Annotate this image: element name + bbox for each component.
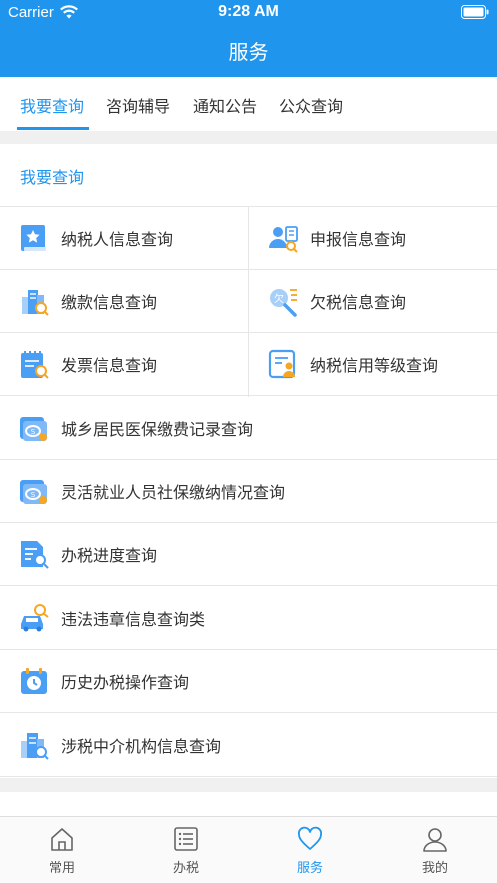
- grid-item-taxpayer-info[interactable]: 纳税人信息查询: [0, 207, 248, 270]
- declaration-info-icon: [269, 226, 298, 253]
- history-icon: [21, 668, 47, 694]
- list-item-agency[interactable]: 涉税中介机构信息查询: [0, 714, 497, 777]
- tab-my-query[interactable]: 我要查询: [20, 93, 84, 117]
- list-item-label: 办税进度查询: [61, 546, 158, 565]
- tab-public-query[interactable]: 公众查询: [279, 93, 343, 117]
- list-item-history[interactable]: 历史办税操作查询: [0, 650, 497, 713]
- list-item-social-insurance[interactable]: S 灵活就业人员社保缴纳情况查询: [0, 460, 497, 523]
- grid-item-declaration-info[interactable]: 申报信息查询: [249, 207, 497, 270]
- list-item-medical-insurance[interactable]: S 城乡居民医保缴费记录查询: [0, 397, 497, 460]
- user-icon: [423, 828, 447, 852]
- tabbar-label: 我的: [421, 861, 448, 876]
- tabbar-item-common[interactable]: 常用: [0, 817, 124, 883]
- invoice-info-icon: [21, 351, 49, 379]
- battery-icon: [461, 5, 489, 19]
- list-item-label: 城乡居民医保缴费记录查询: [61, 420, 254, 439]
- tabbar-label: 服务: [296, 861, 323, 876]
- tab-consulting[interactable]: 咨询辅导: [106, 93, 170, 117]
- section-gap: [0, 778, 497, 792]
- social-insurance-icon: S: [20, 480, 47, 504]
- app-header: Carrier 9:28 AM 服务: [0, 0, 497, 77]
- list-item-label: 涉税中介机构信息查询: [61, 737, 222, 756]
- clock: 9:28 AM: [218, 3, 279, 20]
- tabbar-label: 常用: [48, 861, 75, 876]
- grid-item-tax-arrears[interactable]: 欠 欠税信息查询: [249, 270, 497, 333]
- tab-notices[interactable]: 通知公告: [193, 93, 257, 117]
- grid-item-credit-rating[interactable]: 纳税信用等级查询: [249, 333, 497, 396]
- tax-arrears-icon: 欠: [270, 289, 297, 317]
- active-tab-indicator: [17, 127, 89, 130]
- tabbar-label: 办税: [172, 861, 199, 876]
- list-item-progress[interactable]: 办税进度查询: [0, 523, 497, 586]
- payment-info-icon: [22, 290, 49, 316]
- taxpayer-info-icon: [21, 225, 46, 251]
- section-gap: [0, 131, 497, 144]
- tabbar-item-tax[interactable]: 办税: [124, 817, 248, 883]
- grid-item-label: 欠税信息查询: [310, 293, 407, 312]
- grid-item-payment-info[interactable]: 缴款信息查询: [0, 270, 248, 333]
- svg-text:欠: 欠: [274, 292, 284, 305]
- grid-item-label: 申报信息查询: [310, 230, 407, 249]
- category-tabs: 我要查询 咨询辅导 通知公告 公众查询: [0, 77, 497, 131]
- status-bar: Carrier 9:28 AM: [0, 0, 497, 26]
- grid-column-divider: [248, 207, 249, 397]
- grid-item-label: 缴款信息查询: [61, 293, 158, 312]
- grid-item-label: 纳税人信息查询: [61, 230, 174, 249]
- svg-text:S: S: [31, 491, 36, 499]
- progress-icon: [21, 541, 49, 569]
- bottom-tab-bar: 常用 办税 服务 我的: [0, 816, 497, 883]
- tabbar-item-service[interactable]: 服务: [248, 817, 372, 883]
- violation-icon: [21, 604, 49, 632]
- svg-text:S: S: [31, 428, 36, 436]
- medical-insurance-icon: S: [20, 417, 47, 441]
- list-item-violation[interactable]: 违法违章信息查询类: [0, 587, 497, 650]
- heart-icon: [298, 826, 322, 850]
- page-title: 服务: [228, 40, 269, 64]
- grid-item-label: 发票信息查询: [61, 356, 158, 375]
- list-item-label: 违法违章信息查询类: [61, 610, 206, 629]
- list-item-label: 历史办税操作查询: [61, 673, 190, 692]
- tabbar-item-mine[interactable]: 我的: [373, 817, 497, 883]
- section-title: 我要查询: [20, 168, 85, 187]
- grid-item-label: 纳税信用等级查询: [310, 356, 439, 375]
- agency-icon: [21, 733, 49, 760]
- list-item-label: 灵活就业人员社保缴纳情况查询: [61, 483, 286, 502]
- grid-item-invoice-info[interactable]: 发票信息查询: [0, 333, 248, 396]
- home-icon: [51, 828, 73, 851]
- list-icon: [174, 827, 198, 851]
- credit-rating-icon: [268, 349, 296, 379]
